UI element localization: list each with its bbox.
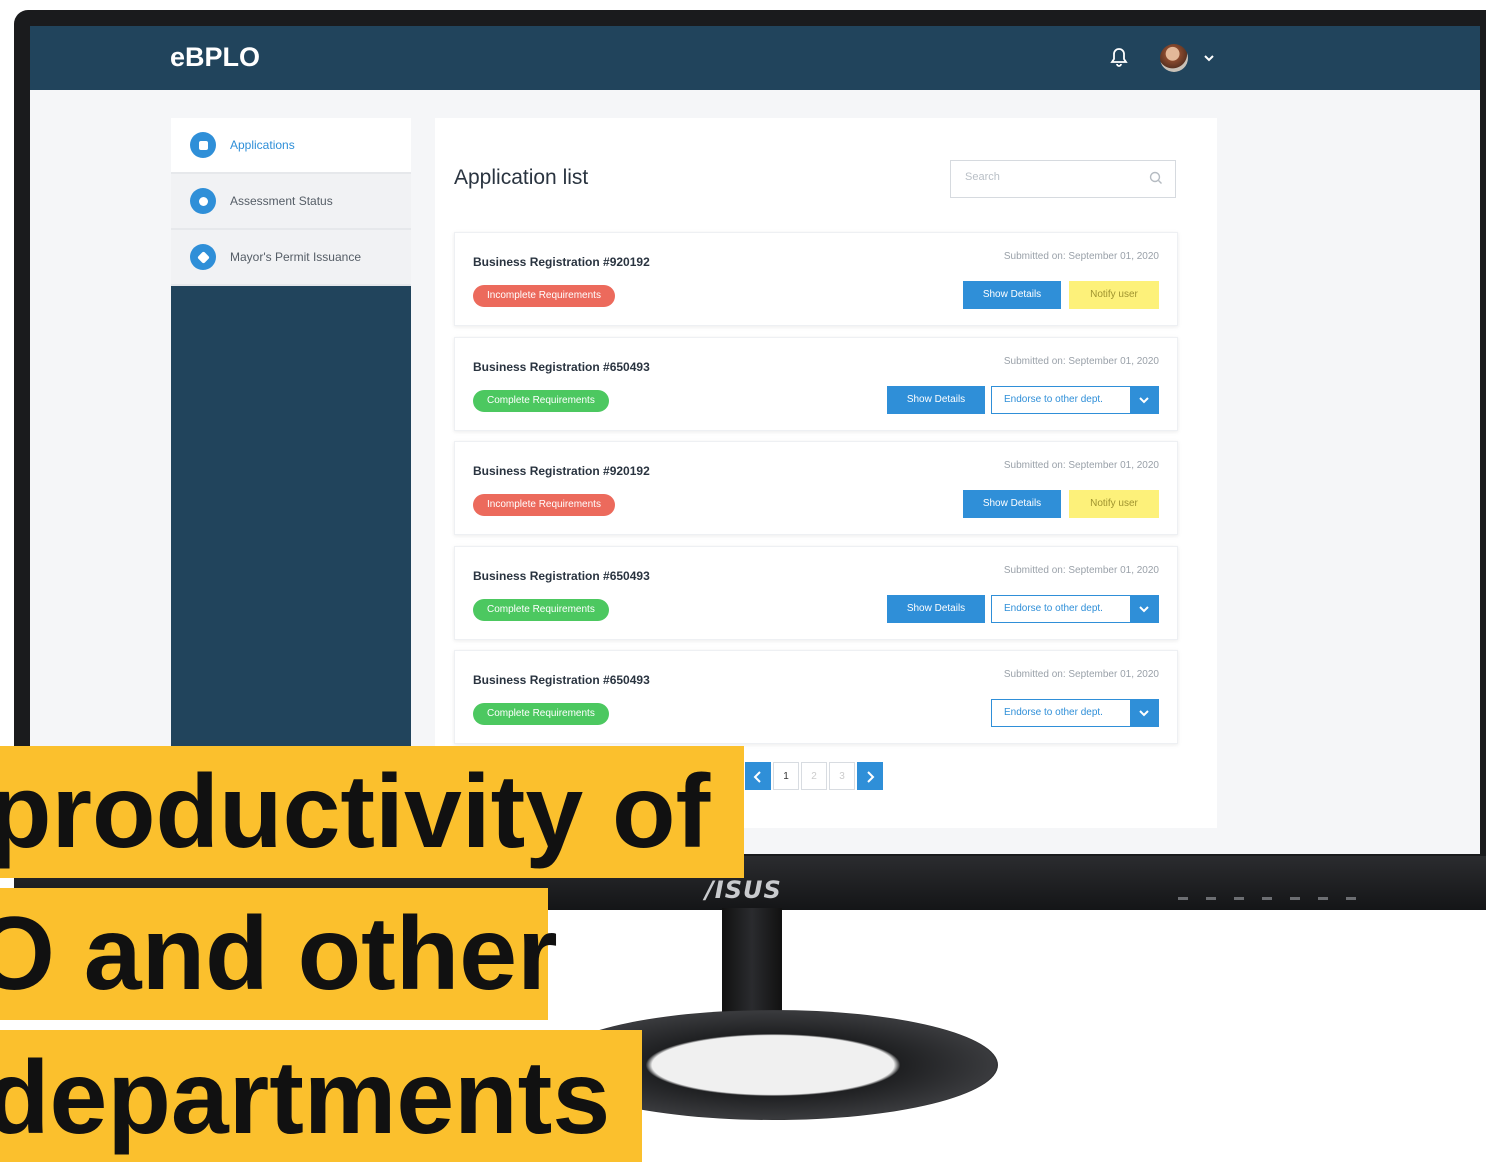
notify-user-button[interactable]: Notify user	[1069, 490, 1159, 518]
chevron-down-icon[interactable]	[1130, 596, 1158, 622]
search-box[interactable]	[950, 160, 1176, 198]
sidebar: Applications Assessment Status Mayor's P…	[171, 118, 411, 854]
endorse-dropdown[interactable]: Endorse to other dept.	[991, 595, 1159, 623]
application-card: Business Registration #650493 Complete R…	[454, 337, 1178, 431]
status-badge: Complete Requirements	[473, 703, 609, 725]
caption-text: departments	[0, 1040, 611, 1156]
show-details-button[interactable]: Show Details	[963, 490, 1061, 518]
sidebar-item-label: Assessment Status	[230, 194, 333, 208]
show-details-button[interactable]: Show Details	[887, 595, 985, 623]
application-list-panel: Application list Business Registration #…	[435, 118, 1217, 828]
application-card: Business Registration #920192 Incomplete…	[454, 441, 1178, 535]
status-badge: Complete Requirements	[473, 390, 609, 412]
app-title: eBPLO	[170, 42, 261, 72]
pagination-page-2[interactable]: 2	[801, 762, 827, 790]
caption-line-1: productivity of	[0, 746, 744, 878]
application-title: Business Registration #650493	[473, 673, 650, 687]
endorse-dropdown[interactable]: Endorse to other dept.	[991, 386, 1159, 414]
pagination-page-3[interactable]: 3	[829, 762, 855, 790]
application-card: Business Registration #650493 Complete R…	[454, 650, 1178, 744]
endorse-dropdown-label: Endorse to other dept.	[1004, 394, 1103, 405]
submitted-date: Submitted on: September 01, 2020	[1003, 460, 1159, 471]
document-icon	[190, 132, 216, 158]
chevron-down-icon[interactable]	[1203, 53, 1215, 63]
submitted-date: Submitted on: September 01, 2020	[1003, 565, 1159, 576]
status-badge: Incomplete Requirements	[473, 494, 615, 516]
chevron-down-icon[interactable]	[1130, 700, 1158, 726]
page-title: Application list	[454, 166, 589, 189]
sidebar-item-mayors-permit[interactable]: Mayor's Permit Issuance	[171, 230, 411, 286]
submitted-date: Submitted on: September 01, 2020	[1003, 356, 1159, 367]
caption-text: productivity of	[0, 754, 711, 870]
show-details-button[interactable]: Show Details	[963, 281, 1061, 309]
application-title: Business Registration #650493	[473, 569, 650, 583]
search-icon[interactable]	[1149, 171, 1163, 185]
pagination: 1 2 3	[745, 762, 883, 790]
caption-line-3: departments	[0, 1030, 642, 1162]
clock-icon	[190, 188, 216, 214]
endorse-dropdown-label: Endorse to other dept.	[1004, 707, 1103, 718]
application-title: Business Registration #920192	[473, 464, 650, 478]
submitted-date: Submitted on: September 01, 2020	[1003, 669, 1159, 680]
avatar[interactable]	[1160, 44, 1188, 72]
caption-line-2: O and other	[0, 888, 558, 1020]
bell-icon[interactable]	[1110, 47, 1128, 67]
pagination-prev-button[interactable]	[745, 762, 771, 790]
top-bar: eBPLO	[30, 26, 1480, 90]
application-card: Business Registration #650493 Complete R…	[454, 546, 1178, 640]
search-input[interactable]	[963, 170, 1137, 184]
status-badge: Complete Requirements	[473, 599, 609, 621]
sidebar-item-label: Mayor's Permit Issuance	[230, 250, 361, 264]
sidebar-item-assessment-status[interactable]: Assessment Status	[171, 174, 411, 230]
monitor-controls	[1178, 897, 1356, 900]
status-badge: Incomplete Requirements	[473, 285, 615, 307]
pagination-page-1[interactable]: 1	[773, 762, 799, 790]
pagination-next-button[interactable]	[857, 762, 883, 790]
sidebar-item-label: Applications	[230, 138, 295, 152]
application-title: Business Registration #920192	[473, 255, 650, 269]
submitted-date: Submitted on: September 01, 2020	[1003, 251, 1159, 262]
application-title: Business Registration #650493	[473, 360, 650, 374]
notify-user-button[interactable]: Notify user	[1069, 281, 1159, 309]
monitor-screen: eBPLO Applications Assessment Status May…	[30, 26, 1480, 854]
monitor-brand-logo: /ISUS	[705, 876, 782, 904]
sidebar-item-applications[interactable]: Applications	[171, 118, 411, 174]
caption-text: O and other	[0, 896, 558, 1012]
chevron-down-icon[interactable]	[1130, 387, 1158, 413]
show-details-button[interactable]: Show Details	[887, 386, 985, 414]
endorse-dropdown[interactable]: Endorse to other dept.	[991, 699, 1159, 727]
application-card: Business Registration #920192 Incomplete…	[454, 232, 1178, 326]
endorse-dropdown-label: Endorse to other dept.	[1004, 603, 1103, 614]
star-icon	[190, 244, 216, 270]
